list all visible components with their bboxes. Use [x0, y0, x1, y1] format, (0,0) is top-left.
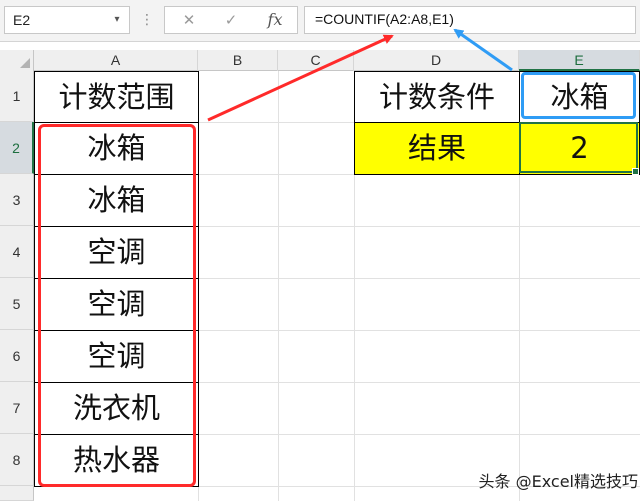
- column-header-c[interactable]: C: [278, 50, 354, 71]
- column-header-e[interactable]: E: [519, 50, 640, 71]
- column-header-a[interactable]: A: [34, 50, 198, 71]
- cell-a1[interactable]: 计数范围: [34, 71, 199, 123]
- cell-d1[interactable]: 计数条件: [354, 71, 520, 123]
- column-header-d[interactable]: D: [354, 50, 519, 71]
- vertical-dots-icon[interactable]: ⋮: [140, 10, 154, 30]
- row-header-3[interactable]: 3: [0, 174, 34, 226]
- row-header-6[interactable]: 6: [0, 330, 34, 382]
- formula-text: =COUNTIF(A2:A8,E1): [315, 11, 454, 27]
- grid-line: [278, 71, 279, 501]
- row-header-5[interactable]: 5: [0, 278, 34, 330]
- formula-input[interactable]: =COUNTIF(A2:A8,E1): [304, 6, 636, 34]
- row-header-1[interactable]: 1: [0, 71, 34, 122]
- name-box-value: E2: [13, 12, 31, 28]
- row-header-2[interactable]: 2: [0, 122, 34, 174]
- row-header-7[interactable]: 7: [0, 382, 34, 434]
- fill-handle[interactable]: [632, 168, 639, 175]
- fx-icon[interactable]: fx: [255, 7, 295, 33]
- row-header-4[interactable]: 4: [0, 226, 34, 278]
- column-header-bar: A B C D E: [0, 50, 640, 71]
- row-header-8[interactable]: 8: [0, 434, 34, 486]
- criteria-annotation-box: [521, 72, 636, 119]
- active-cell-border: [519, 122, 638, 173]
- x-icon[interactable]: ✕: [169, 7, 209, 33]
- column-header-b[interactable]: B: [198, 50, 278, 71]
- check-icon[interactable]: ✓: [211, 7, 251, 33]
- watermark: 头条 @Excel精选技巧: [478, 472, 638, 491]
- select-all-triangle-icon: [20, 58, 30, 68]
- row-header-9[interactable]: [0, 486, 34, 501]
- range-annotation-box: [38, 124, 196, 487]
- chevron-down-icon[interactable]: ▾: [110, 13, 124, 27]
- formula-buttons: ✕ ✓ fx: [164, 6, 298, 34]
- cell-d2[interactable]: 结果: [354, 122, 520, 175]
